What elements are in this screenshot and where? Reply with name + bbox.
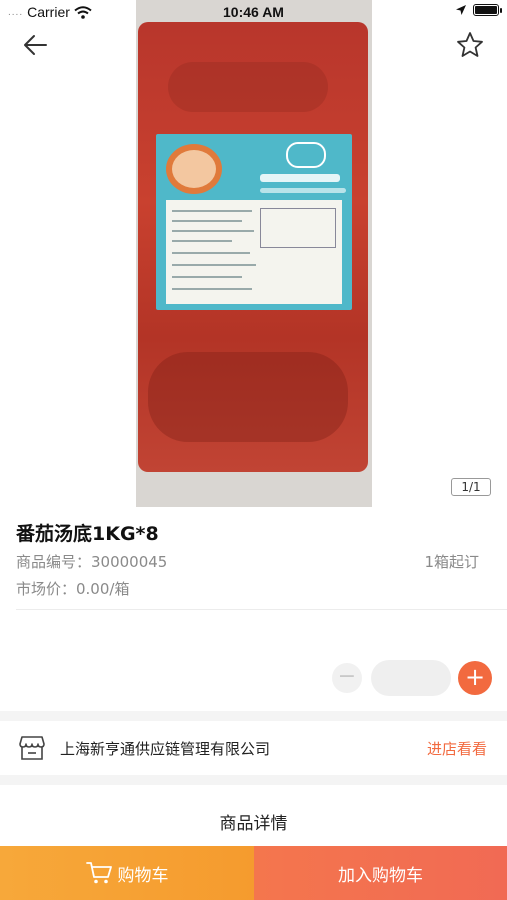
product-detail-heading: 商品详情	[219, 814, 288, 834]
location-arrow-icon	[456, 5, 466, 15]
section-gap	[0, 775, 507, 785]
market-price: 市场价：0.00/箱	[16, 580, 130, 598]
favorite-button[interactable]	[453, 28, 487, 62]
bottom-action-bar: 购物车 加入购物车	[0, 846, 507, 900]
cart-button[interactable]: 购物车	[0, 846, 254, 900]
store-name: 上海新亨通供应链管理有限公司	[60, 740, 271, 758]
product-code: 商品编号：30000045	[16, 553, 168, 571]
store-icon	[19, 736, 45, 760]
status-bar: .... Carrier 10:46 AM	[0, 0, 507, 24]
increase-button[interactable]: +	[458, 661, 492, 695]
back-arrow-icon	[24, 35, 47, 55]
min-order-label: 1箱起订	[424, 553, 479, 571]
product-detail-screen: 1/1 .... Carrier 10:46 AM 番茄汤底1KG*8 商品编号…	[0, 0, 507, 900]
battery-icon	[473, 4, 502, 16]
section-gap	[0, 711, 507, 721]
gallery-pager: 1/1	[451, 478, 491, 496]
store-row[interactable]: 上海新亨通供应链管理有限公司 进店看看	[0, 721, 507, 775]
cart-icon	[85, 862, 112, 884]
cart-label: 购物车	[117, 865, 169, 886]
mascot-face-image	[166, 144, 222, 194]
product-label-image	[156, 134, 352, 310]
star-outline-icon	[457, 32, 483, 57]
back-button[interactable]	[18, 28, 52, 62]
clock: 10:46 AM	[223, 4, 284, 20]
quantity-input[interactable]	[371, 660, 451, 696]
sauce-bag-image	[138, 22, 368, 472]
visit-store-link[interactable]: 进店看看	[427, 738, 487, 759]
decrease-button[interactable]: −	[332, 663, 362, 693]
product-photo	[136, 0, 372, 507]
divider	[16, 609, 507, 610]
product-gallery[interactable]: 1/1	[0, 0, 507, 507]
quantity-stepper: − +	[0, 657, 507, 701]
add-to-cart-button[interactable]: 加入购物车	[254, 846, 507, 900]
product-title: 番茄汤底1KG*8	[16, 523, 159, 545]
